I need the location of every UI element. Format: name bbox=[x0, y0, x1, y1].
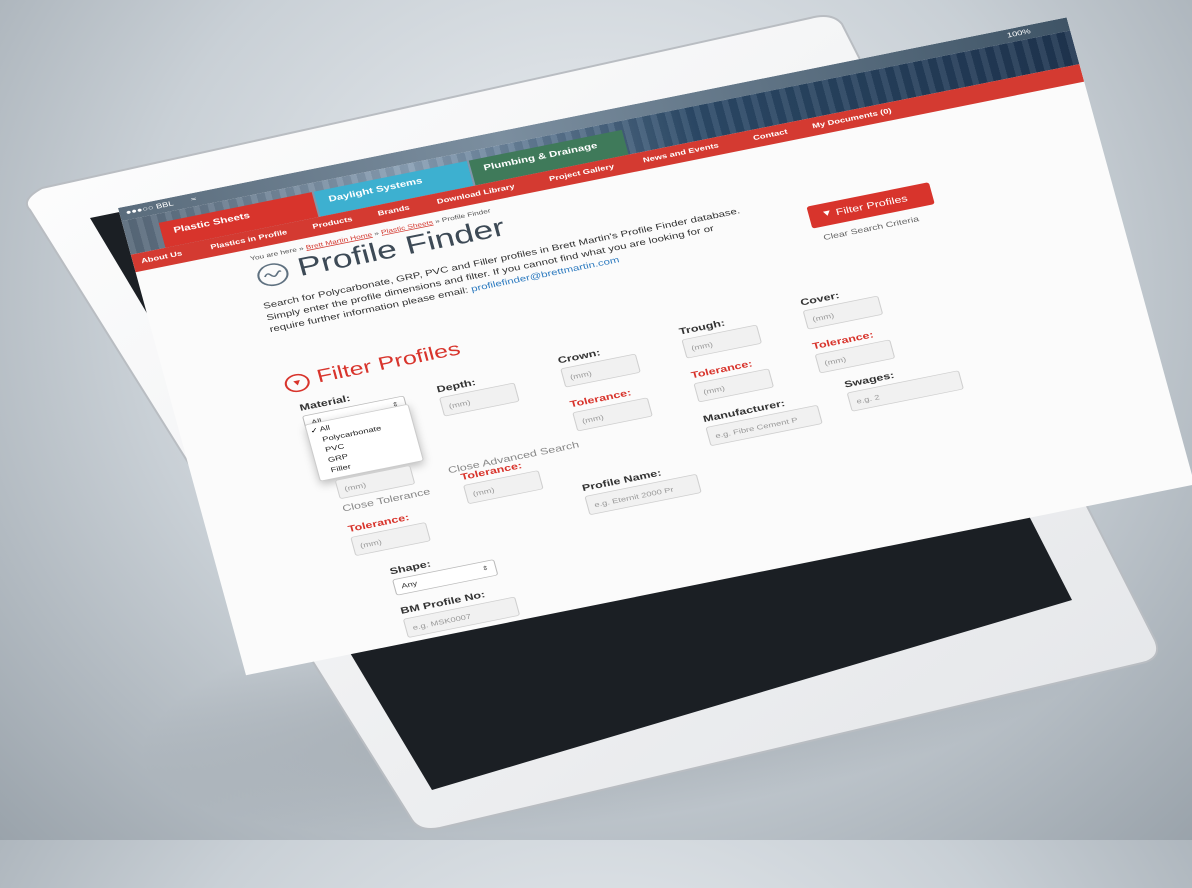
nav-about-us[interactable]: About Us bbox=[140, 249, 183, 265]
section-title: Filter Profiles bbox=[314, 338, 463, 387]
material-option-pvc[interactable]: PVC bbox=[324, 442, 345, 453]
wifi-icon: ≈ bbox=[190, 194, 198, 204]
nav-contact[interactable]: Contact bbox=[752, 128, 788, 142]
nav-products[interactable]: Products bbox=[312, 215, 354, 230]
profile-wave-icon bbox=[254, 260, 292, 289]
battery-level: 100% bbox=[1006, 27, 1032, 40]
funnel-icon: ▼ bbox=[820, 207, 834, 219]
material-option-filler[interactable]: Filler bbox=[330, 463, 352, 474]
checkmark-icon: ✓ bbox=[309, 425, 320, 435]
select-arrows-icon: ⇕ bbox=[481, 564, 490, 573]
material-option-polycarbonate[interactable]: Polycarbonate bbox=[321, 424, 382, 443]
material-option-all[interactable]: All bbox=[319, 424, 331, 433]
nav-brands[interactable]: Brands bbox=[377, 204, 411, 218]
shape-selected: Any bbox=[400, 579, 419, 590]
material-option-grp[interactable]: GRP bbox=[327, 452, 349, 463]
filter-button-label: Filter Profiles bbox=[834, 192, 909, 218]
chevron-down-circle-icon: ▼ bbox=[282, 371, 312, 395]
